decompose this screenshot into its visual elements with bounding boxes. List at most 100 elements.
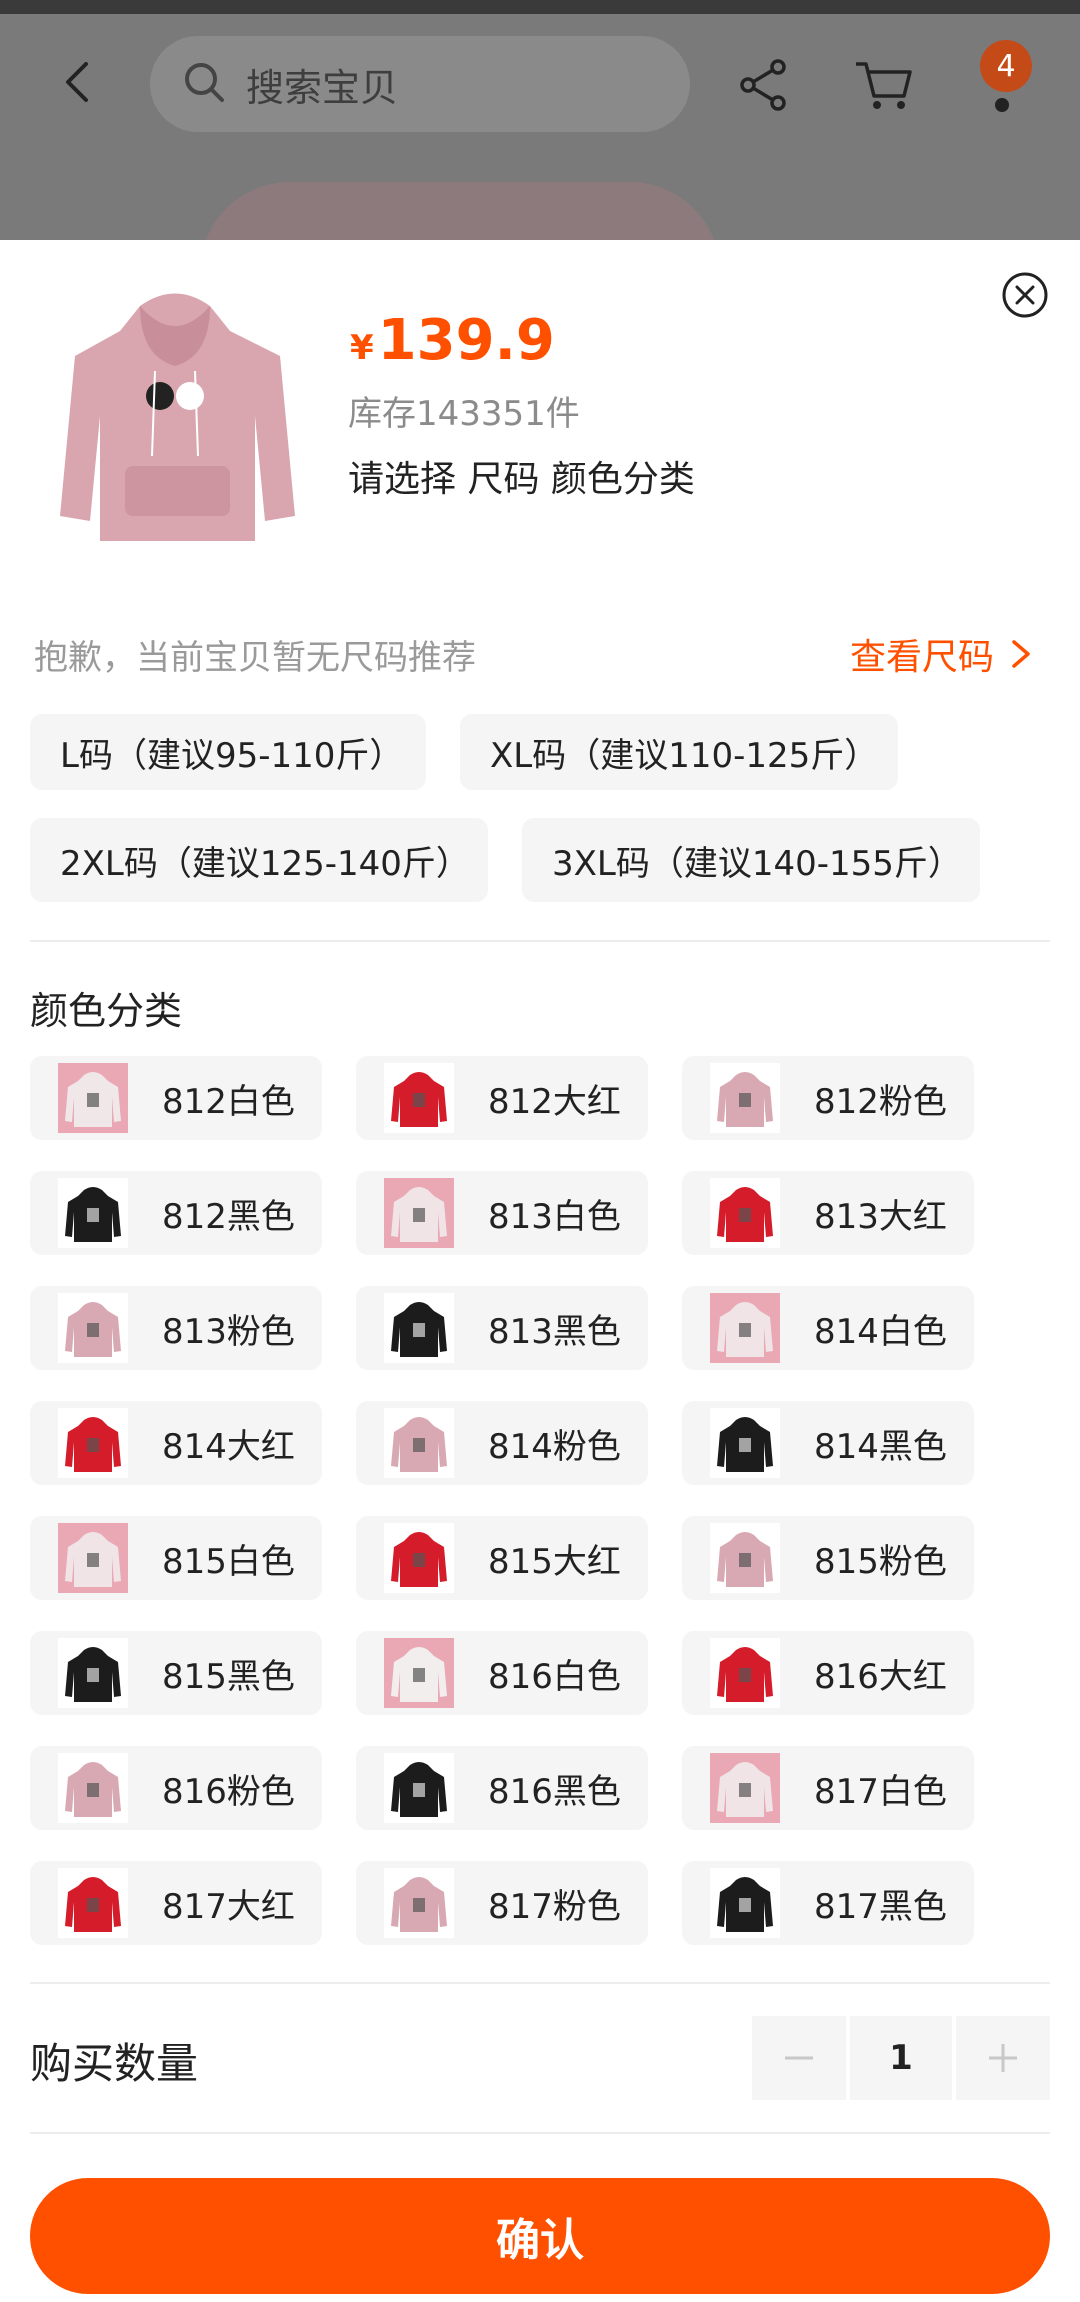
color-option[interactable]: 814白色: [682, 1286, 974, 1370]
currency-symbol: ¥: [350, 328, 374, 368]
status-bar: [0, 0, 1080, 14]
color-option[interactable]: 816大红: [682, 1631, 974, 1715]
decrease-button[interactable]: [752, 2016, 846, 2100]
divider: [30, 940, 1050, 942]
sku-selection-sheet: ¥139.9 库存143351件 请选择 尺码 颜色分类 抱歉，当前宝贝暂无尺码…: [0, 240, 1080, 2302]
color-option[interactable]: 815大红: [356, 1516, 648, 1600]
product-thumbnail: [30, 276, 320, 566]
chevron-right-icon: [1012, 640, 1030, 668]
color-option[interactable]: 812白色: [30, 1056, 322, 1140]
color-option[interactable]: 817粉色: [356, 1861, 648, 1945]
color-thumbnail: [710, 1753, 780, 1823]
color-option[interactable]: 816白色: [356, 1631, 648, 1715]
color-option[interactable]: 813大红: [682, 1171, 974, 1255]
size-option[interactable]: 2XL码（建议125-140斤）: [30, 818, 488, 902]
color-thumbnail: [58, 1293, 128, 1363]
color-option[interactable]: 815黑色: [30, 1631, 322, 1715]
color-option-label: 815粉色: [814, 1541, 947, 1582]
search-bar[interactable]: 搜索宝贝: [150, 36, 690, 132]
size-option-label: L码（建议95-110斤）: [60, 735, 404, 776]
plus-icon: [989, 2044, 1017, 2072]
color-option[interactable]: 813白色: [356, 1171, 648, 1255]
close-icon[interactable]: [1000, 270, 1050, 320]
color-thumbnail: [384, 1408, 454, 1478]
search-icon: [180, 58, 228, 110]
view-size-chart-link[interactable]: 查看尺码: [850, 628, 1034, 680]
color-thumbnail: [58, 1178, 128, 1248]
size-option-label: 3XL码（建议140-155斤）: [552, 843, 962, 884]
color-option[interactable]: 814粉色: [356, 1401, 648, 1485]
quantity-label: 购买数量: [30, 2039, 199, 2088]
color-option[interactable]: 815白色: [30, 1516, 322, 1600]
color-option-label: 815白色: [162, 1541, 295, 1582]
search-placeholder: 搜索宝贝: [246, 65, 399, 110]
color-option-label: 814白色: [814, 1311, 947, 1352]
more-dot-icon[interactable]: [995, 98, 1009, 112]
color-option-label: 817粉色: [488, 1886, 621, 1927]
color-option-label: 812黑色: [162, 1196, 295, 1237]
color-option[interactable]: 814黑色: [682, 1401, 974, 1485]
color-thumbnail: [58, 1753, 128, 1823]
color-thumbnail: [710, 1063, 780, 1133]
color-option-label: 814大红: [162, 1426, 295, 1467]
color-thumbnail: [710, 1868, 780, 1938]
quantity-stepper[interactable]: 1: [752, 2016, 1050, 2100]
color-option[interactable]: 817白色: [682, 1746, 974, 1830]
increase-button[interactable]: [956, 2016, 1050, 2100]
divider: [30, 1982, 1050, 1984]
color-option-label: 813白色: [488, 1196, 621, 1237]
selection-hint: 请选择 尺码 颜色分类: [348, 459, 695, 500]
color-option[interactable]: 812黑色: [30, 1171, 322, 1255]
color-thumbnail: [58, 1408, 128, 1478]
color-thumbnail: [710, 1638, 780, 1708]
color-thumbnail: [384, 1063, 454, 1133]
confirm-button[interactable]: 确认: [30, 2178, 1050, 2294]
size-option[interactable]: 3XL码（建议140-155斤）: [522, 818, 980, 902]
color-option-label: 817黑色: [814, 1886, 947, 1927]
color-option[interactable]: 813黑色: [356, 1286, 648, 1370]
color-thumbnail: [58, 1638, 128, 1708]
share-icon[interactable]: [738, 58, 788, 112]
color-option[interactable]: 812大红: [356, 1056, 648, 1140]
color-option-label: 813黑色: [488, 1311, 621, 1352]
color-option-label: 815大红: [488, 1541, 621, 1582]
minus-icon: [785, 2056, 813, 2060]
color-option-label: 817大红: [162, 1886, 295, 1927]
color-option-label: 817白色: [814, 1771, 947, 1812]
color-option[interactable]: 812粉色: [682, 1056, 974, 1140]
stock-count: 库存143351件: [348, 394, 580, 434]
color-thumbnail: [58, 1523, 128, 1593]
color-thumbnail: [384, 1753, 454, 1823]
color-option[interactable]: 814大红: [30, 1401, 322, 1485]
back-arrow-icon[interactable]: [56, 60, 100, 104]
color-thumbnail: [710, 1523, 780, 1593]
price-value: 139.9: [377, 308, 555, 373]
color-option-label: 814黑色: [814, 1426, 947, 1467]
cart-count-badge[interactable]: 4: [980, 40, 1032, 92]
quantity-value[interactable]: 1: [850, 2016, 952, 2100]
color-thumbnail: [384, 1523, 454, 1593]
size-option[interactable]: L码（建议95-110斤）: [30, 714, 426, 790]
size-option[interactable]: XL码（建议110-125斤）: [460, 714, 898, 790]
top-bar: 搜索宝贝 4: [0, 0, 1080, 272]
size-recommendation-note: 抱歉，当前宝贝暂无尺码推荐: [34, 638, 476, 678]
color-option[interactable]: 816粉色: [30, 1746, 322, 1830]
color-option-label: 812白色: [162, 1081, 295, 1122]
color-option[interactable]: 817黑色: [682, 1861, 974, 1945]
color-option[interactable]: 817大红: [30, 1861, 322, 1945]
cart-icon[interactable]: [854, 58, 912, 112]
divider: [30, 2132, 1050, 2134]
size-option-label: XL码（建议110-125斤）: [490, 735, 879, 776]
color-option-label: 816黑色: [488, 1771, 621, 1812]
color-option[interactable]: 813粉色: [30, 1286, 322, 1370]
color-thumbnail: [384, 1638, 454, 1708]
color-option-label: 815黑色: [162, 1656, 295, 1697]
color-section-title: 颜色分类: [30, 989, 183, 1033]
color-thumbnail: [710, 1293, 780, 1363]
color-option-label: 813粉色: [162, 1311, 295, 1352]
color-thumbnail: [58, 1868, 128, 1938]
color-option-label: 816白色: [488, 1656, 621, 1697]
color-option[interactable]: 816黑色: [356, 1746, 648, 1830]
color-option[interactable]: 815粉色: [682, 1516, 974, 1600]
color-thumbnail: [710, 1408, 780, 1478]
